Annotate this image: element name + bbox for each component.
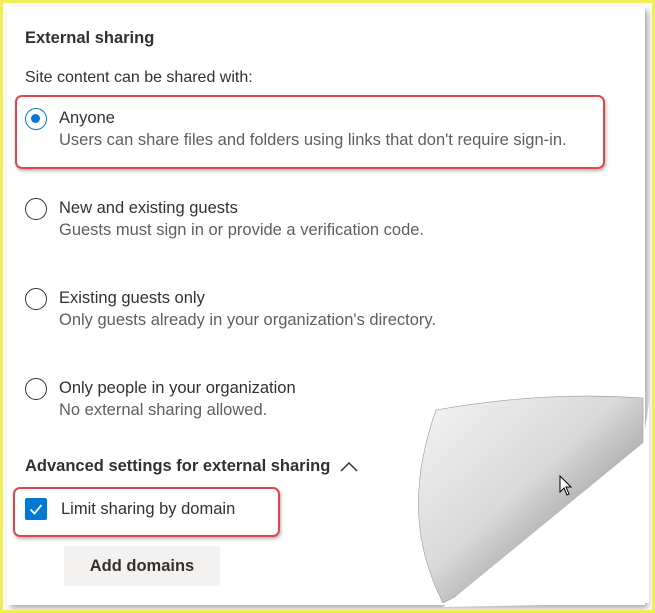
- option-label: Anyone: [59, 109, 115, 127]
- radio-dot: [31, 114, 40, 123]
- chevron-up-icon: [340, 461, 358, 472]
- option-label: New and existing guests: [59, 199, 238, 217]
- add-domains-button[interactable]: Add domains: [64, 546, 220, 586]
- option-label: Existing guests only: [59, 289, 205, 307]
- limit-sharing-checkbox[interactable]: [25, 498, 47, 520]
- radio-anyone[interactable]: [25, 108, 47, 130]
- radio-only-organization[interactable]: [25, 378, 47, 400]
- limit-sharing-label: Limit sharing by domain: [61, 499, 236, 518]
- option-existing-guests[interactable]: Existing guests only Only guests already…: [25, 287, 436, 331]
- mouse-cursor-icon: [559, 475, 573, 496]
- checkmark-icon: [29, 504, 43, 515]
- radio-new-existing-guests[interactable]: [25, 198, 47, 220]
- option-description: No external sharing allowed.: [59, 401, 268, 419]
- option-label: Only people in your organization: [59, 379, 296, 397]
- option-description: Users can share files and folders using …: [59, 131, 567, 149]
- limit-sharing-checkbox-row[interactable]: Limit sharing by domain: [25, 498, 235, 520]
- option-only-organization[interactable]: Only people in your organization No exte…: [25, 377, 296, 421]
- section-title: External sharing: [25, 29, 155, 47]
- advanced-settings-label: Advanced settings for external sharing: [25, 457, 331, 475]
- share-with-label: Site content can be shared with:: [25, 69, 253, 86]
- option-anyone[interactable]: Anyone Users can share files and folders…: [25, 107, 567, 151]
- option-new-existing-guests[interactable]: New and existing guests Guests must sign…: [25, 197, 424, 241]
- advanced-settings-toggle[interactable]: Advanced settings for external sharing: [25, 457, 358, 476]
- radio-existing-guests[interactable]: [25, 288, 47, 310]
- screenshot-frame: External sharing Site content can be sha…: [0, 0, 655, 613]
- option-description: Guests must sign in or provide a verific…: [59, 221, 425, 239]
- option-description: Only guests already in your organization…: [59, 311, 437, 329]
